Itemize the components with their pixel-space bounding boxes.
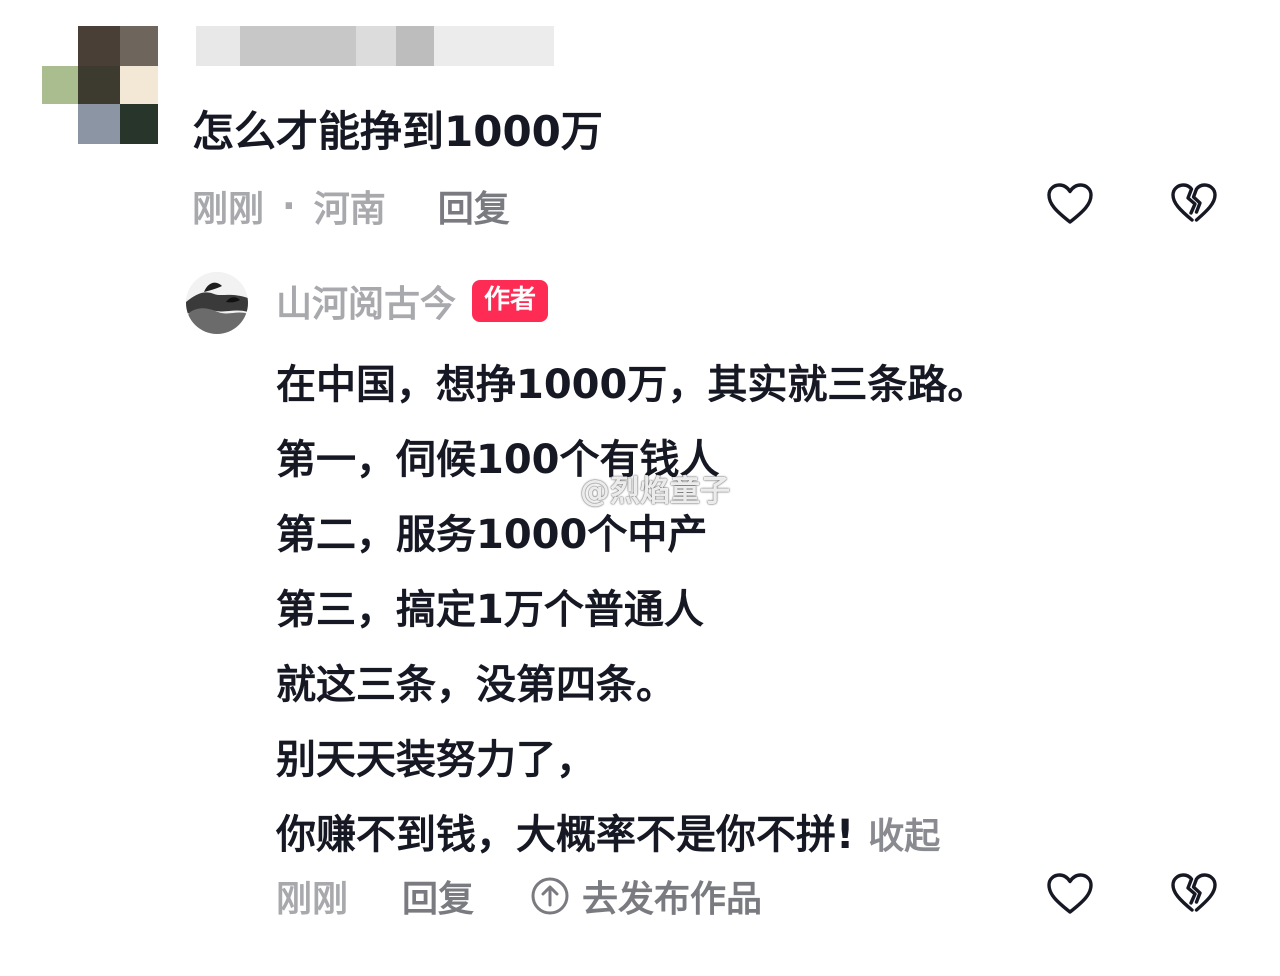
reply-text-line: 别天天装努力了，	[276, 737, 596, 783]
blur-block	[434, 26, 554, 66]
comment-text: 怎么才能挣到1000万	[192, 107, 603, 156]
reply-time: 刚刚	[276, 879, 349, 920]
blur-block	[396, 26, 434, 66]
commenter-username-blurred[interactable]	[196, 26, 556, 66]
reply-text-line: 就这三条，没第四条。	[276, 662, 676, 708]
avatar-mosaic-tile	[120, 66, 158, 104]
comment-meta: 刚刚 · 河南 回复	[192, 180, 510, 232]
collapse-button[interactable]: 收起	[868, 816, 940, 857]
blur-block	[196, 26, 240, 66]
reply-text-line: 在中国，想挣1000万，其实就三条路。	[276, 362, 988, 408]
weibo-watermark: @烈焰童子	[530, 468, 730, 509]
author-badge: 作者	[472, 280, 549, 322]
comment-dislike-button[interactable]	[1168, 178, 1220, 230]
heart-outline-icon	[1047, 873, 1093, 914]
reply-text-last-line: 你赚不到钱，大概率不是你不拼! 收起	[276, 798, 987, 873]
author-avatar[interactable]	[186, 272, 248, 334]
avatar-mosaic-tile	[78, 26, 120, 66]
avatar-mosaic-tile	[120, 26, 158, 66]
avatar-mosaic-tile	[42, 66, 82, 104]
avatar-mosaic-tile	[78, 104, 120, 144]
broken-heart-icon	[1171, 873, 1217, 912]
reply-text-line: 你赚不到钱，大概率不是你不拼!	[276, 812, 855, 858]
reply-meta: 刚刚 回复 去发布作品	[276, 870, 762, 922]
publish-work-button[interactable]: 去发布作品	[530, 870, 762, 922]
blur-block	[240, 26, 356, 66]
commenter-avatar-pixelated[interactable]	[42, 26, 158, 144]
reply-reply-button[interactable]: 回复	[402, 870, 474, 922]
watermark-text: @烈焰童子	[580, 474, 730, 509]
blur-block	[356, 26, 396, 66]
avatar-mosaic-tile	[78, 66, 120, 104]
weibo-logo-icon	[531, 475, 572, 504]
comment-like-button[interactable]	[1044, 178, 1096, 230]
broken-heart-icon	[1171, 183, 1217, 222]
reply-dislike-button[interactable]	[1168, 868, 1220, 920]
publish-work-label: 去发布作品	[582, 879, 763, 920]
reply-text-line: 第三，搞定1万个普通人	[276, 587, 704, 633]
reply-like-button[interactable]	[1044, 868, 1096, 920]
author-name[interactable]: 山河阅古今	[276, 275, 456, 327]
heart-outline-icon	[1047, 183, 1093, 224]
avatar-mosaic-tile	[120, 104, 158, 144]
comment-reply-button[interactable]: 回复	[438, 180, 510, 232]
ink-painting-avatar-image	[186, 272, 248, 334]
reply-author-row: 山河阅古今 作者	[276, 275, 549, 327]
up-arrow-circle-icon	[531, 877, 569, 915]
comment-time: 刚刚	[192, 189, 265, 230]
meta-separator: ·	[282, 185, 296, 227]
reply-text: 在中国，想挣1000万，其实就三条路。 第一，伺候100个有钱人 第二，服务10…	[276, 348, 987, 873]
comment-location: 河南	[313, 189, 386, 230]
